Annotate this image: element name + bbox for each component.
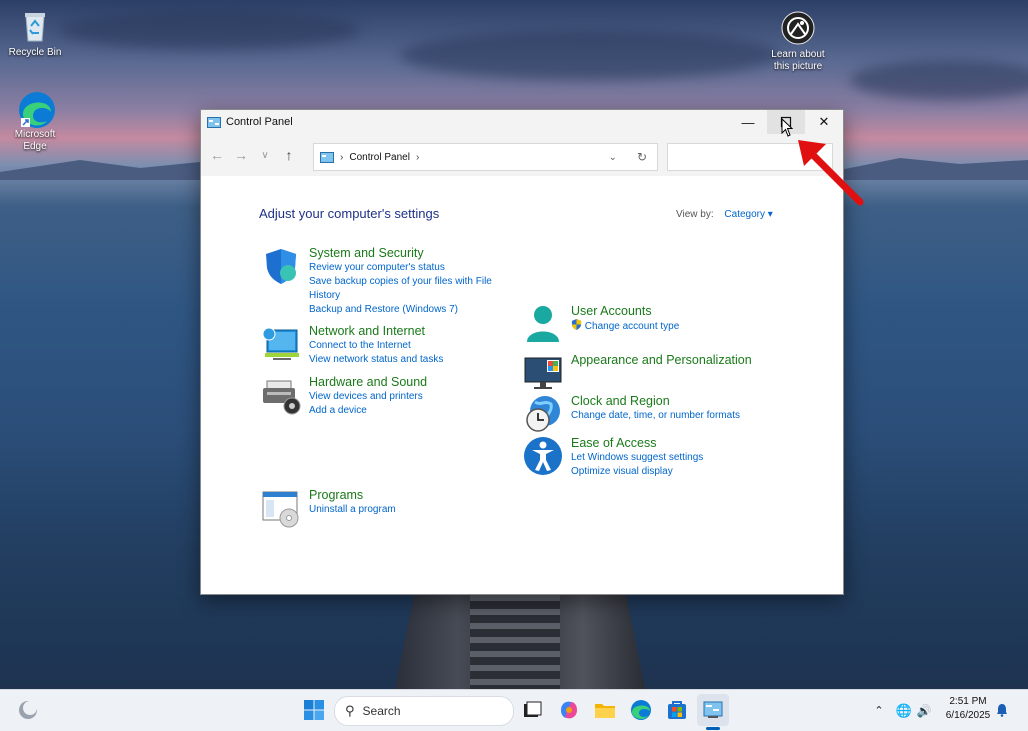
globe-network-icon[interactable]: 🌐 xyxy=(892,703,916,719)
page-title: Adjust your computer's settings xyxy=(259,206,440,221)
control-panel-icon xyxy=(703,701,723,718)
task-view-icon[interactable] xyxy=(520,698,544,722)
link-change-account-type[interactable]: Change account type xyxy=(571,319,679,334)
minimize-button[interactable]: — xyxy=(729,110,767,134)
file-explorer-icon[interactable] xyxy=(593,698,617,722)
address-bar[interactable]: › Control Panel › ⌄ ↻ xyxy=(313,143,658,171)
link-network-status[interactable]: View network status and tasks xyxy=(309,353,443,367)
control-panel-icon xyxy=(320,151,334,163)
cloud xyxy=(60,10,360,50)
network-icon xyxy=(262,327,299,360)
programs-icon xyxy=(262,491,299,528)
category-hardware-sound: Hardware and Sound View devices and prin… xyxy=(261,375,427,418)
control-panel-taskbar-button[interactable] xyxy=(697,694,729,726)
search-icon: ⚲ xyxy=(345,703,355,718)
category-title[interactable]: Ease of Access xyxy=(571,436,703,451)
appearance-icon xyxy=(524,357,562,389)
address-dropdown-icon[interactable]: ⌄ xyxy=(609,152,617,163)
show-hidden-icons-chevron-icon[interactable]: ⌃ xyxy=(872,704,886,717)
desktop-icon-learn-about-picture[interactable]: Learn about this picture xyxy=(763,10,833,73)
desktop-icon-recycle-bin[interactable]: Recycle Bin xyxy=(0,8,70,59)
category-title[interactable]: User Accounts xyxy=(571,304,679,319)
link-review-status[interactable]: Review your computer's status xyxy=(309,261,499,275)
user-icon xyxy=(527,306,559,342)
link-devices-printers[interactable]: View devices and printers xyxy=(309,390,427,404)
title-bar[interactable]: Control Panel — ✕ xyxy=(201,110,843,134)
category-title[interactable]: Programs xyxy=(309,488,396,503)
link-file-history[interactable]: Save backup copies of your files with Fi… xyxy=(309,275,499,303)
category-user-accounts: User Accounts Change account type xyxy=(523,304,679,344)
recycle-bin-icon xyxy=(17,8,53,44)
category-title[interactable]: Hardware and Sound xyxy=(309,375,427,390)
view-by-label: View by: xyxy=(676,209,714,220)
cloud xyxy=(400,30,780,80)
recent-locations-button[interactable]: ∨ xyxy=(253,150,277,161)
shield-icon xyxy=(266,249,296,284)
link-suggest-settings[interactable]: Let Windows suggest settings xyxy=(571,451,703,465)
breadcrumb-separator[interactable]: › xyxy=(416,152,419,163)
red-arrow-annotation xyxy=(798,140,864,206)
taskbar: ⚲ Search ⌃ 🌐 🔊 2:51 PM 6/16/2025 xyxy=(0,689,1028,731)
system-tray: ⌃ 🌐 🔊 xyxy=(872,690,932,731)
uac-shield-icon xyxy=(571,319,582,330)
desktop-icon-label: Recycle Bin xyxy=(8,47,62,58)
category-appearance: Appearance and Personalization xyxy=(523,353,752,393)
store-icon[interactable] xyxy=(665,698,689,722)
volume-icon[interactable]: 🔊 xyxy=(916,704,932,718)
control-panel-window: Control Panel — ✕ ← → ∨ ↑ › Control Pane… xyxy=(200,109,844,595)
category-title[interactable]: System and Security xyxy=(309,246,499,261)
link-uninstall-program[interactable]: Uninstall a program xyxy=(309,503,396,517)
forward-button[interactable]: → xyxy=(229,147,253,163)
link-backup-restore[interactable]: Backup and Restore (Windows 7) xyxy=(309,303,499,317)
taskbar-search-input[interactable]: ⚲ Search xyxy=(334,696,514,726)
breadcrumb-control-panel[interactable]: Control Panel xyxy=(349,152,410,163)
link-optimize-display[interactable]: Optimize visual display xyxy=(571,465,703,479)
window-title: Control Panel xyxy=(226,116,293,128)
desktop-icon-edge[interactable]: Microsoft Edge xyxy=(0,90,70,153)
up-button[interactable]: ↑ xyxy=(277,147,301,163)
clock[interactable]: 2:51 PM 6/16/2025 xyxy=(940,695,996,723)
category-system-security: System and Security Review your computer… xyxy=(261,246,499,317)
category-title[interactable]: Appearance and Personalization xyxy=(571,353,752,368)
category-clock-region: Clock and Region Change date, time, or n… xyxy=(523,394,740,434)
widgets-icon[interactable] xyxy=(16,698,40,722)
cloud xyxy=(850,60,1028,100)
pier-steps xyxy=(470,595,560,689)
back-button[interactable]: ← xyxy=(205,147,229,163)
category-title[interactable]: Clock and Region xyxy=(571,394,740,409)
breadcrumb-separator: › xyxy=(340,151,344,163)
view-by-dropdown[interactable]: Category ▾ xyxy=(724,209,772,220)
start-icon[interactable] xyxy=(302,698,326,722)
category-title[interactable]: Network and Internet xyxy=(309,324,443,339)
link-connect-internet[interactable]: Connect to the Internet xyxy=(309,339,443,353)
date: 6/16/2025 xyxy=(945,710,991,721)
link-change-date-time[interactable]: Change date, time, or number formats xyxy=(571,409,740,423)
refresh-icon[interactable]: ↻ xyxy=(637,150,647,164)
printer-icon xyxy=(263,380,301,415)
content-area: Adjust your computer's settings View by:… xyxy=(201,176,843,593)
copilot-icon[interactable] xyxy=(557,698,581,722)
edge-icon xyxy=(17,90,55,128)
control-panel-icon xyxy=(207,116,221,128)
view-by: View by: Category ▾ xyxy=(676,209,773,220)
category-network-internet: Network and Internet Connect to the Inte… xyxy=(261,324,443,367)
desktop-icon-label: Microsoft Edge xyxy=(14,129,56,152)
notification-bell-icon[interactable] xyxy=(996,703,1008,717)
link-add-device[interactable]: Add a device xyxy=(309,404,427,418)
desktop-icon-label: Learn about this picture xyxy=(771,49,825,72)
edge-taskbar-icon[interactable] xyxy=(629,698,653,722)
accessibility-icon xyxy=(524,437,562,475)
clock-globe-icon xyxy=(526,396,560,432)
category-programs: Programs Uninstall a program xyxy=(261,488,396,528)
navigation-bar: ← → ∨ ↑ › Control Panel › ⌄ ↻ xyxy=(201,134,843,176)
time: 2:51 PM xyxy=(949,696,987,707)
camera-info-icon xyxy=(780,10,816,46)
category-ease-of-access: Ease of Access Let Windows suggest setti… xyxy=(523,436,703,479)
